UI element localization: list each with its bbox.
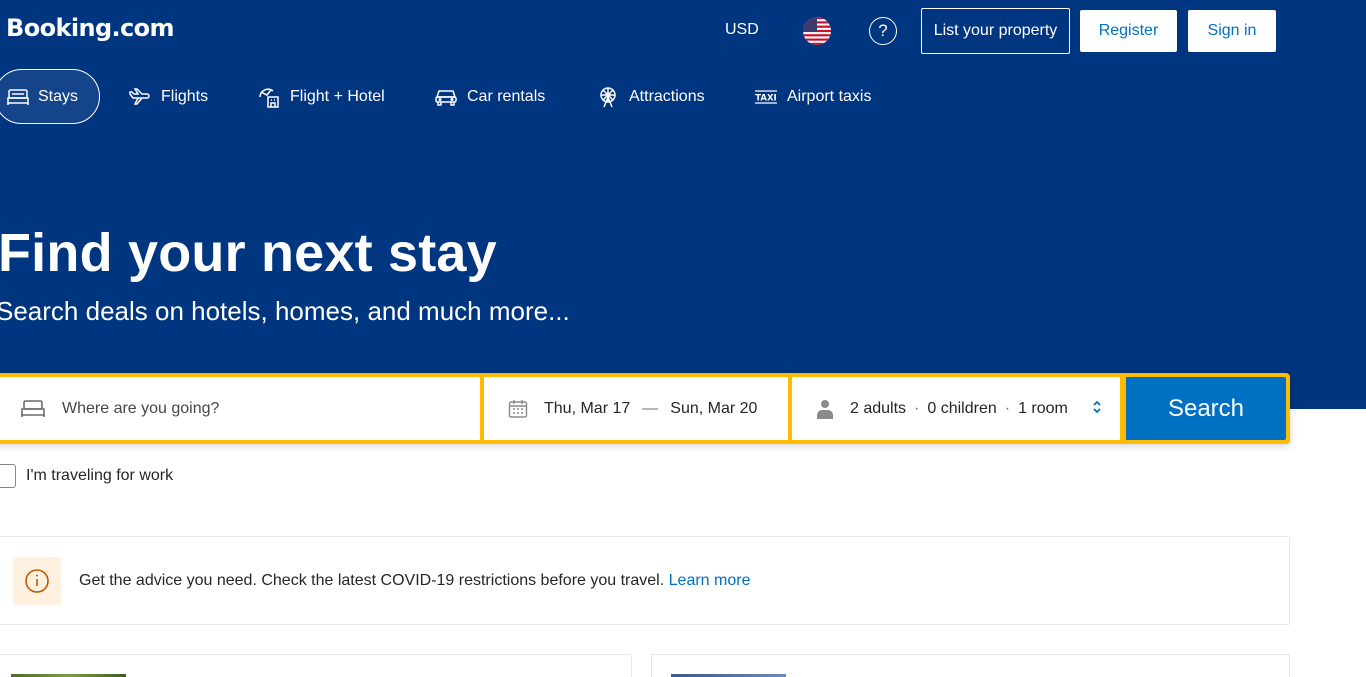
nav-attractions-label: Attractions — [629, 87, 705, 105]
sign-in-button[interactable]: Sign in — [1188, 10, 1276, 52]
nav-flight-hotel[interactable]: Flight + Hotel — [257, 69, 385, 124]
guests-separator: · — [1004, 399, 1011, 417]
learn-more-link[interactable]: Learn more — [669, 572, 751, 589]
nav-airport-taxis-label: Airport taxis — [787, 87, 872, 105]
list-property-button[interactable]: List your property — [921, 8, 1070, 54]
destination-placeholder: Where are you going? — [62, 399, 220, 417]
checkin-date[interactable]: Thu, Mar 17 — [544, 400, 630, 418]
bed-icon — [20, 399, 46, 419]
nav-car-rentals[interactable]: Car rentals — [434, 69, 545, 124]
car-icon — [434, 88, 458, 106]
notice-text: Get the advice you need. Check the lates… — [79, 572, 750, 590]
search-bar: Where are you going? Thu, Mar 17 — Sun, … — [0, 373, 1290, 444]
hero-subtitle: Search deals on hotels, homes, and much … — [0, 296, 570, 326]
notice-message: Get the advice you need. Check the lates… — [79, 572, 665, 589]
work-travel-option[interactable]: I'm traveling for work — [0, 464, 173, 488]
nav-flights[interactable]: Flights — [128, 69, 208, 124]
checkout-date[interactable]: Sun, Mar 20 — [670, 400, 757, 418]
plane-icon — [128, 87, 152, 106]
updown-chevron-icon — [1092, 399, 1102, 415]
guests-selector[interactable]: 2 adults · 0 children · 1 room — [792, 377, 1120, 440]
rooms-count: 1 room — [1018, 399, 1068, 417]
work-travel-checkbox[interactable] — [0, 464, 16, 488]
nav-airport-taxis[interactable]: TAXI Airport taxis — [754, 69, 871, 124]
promo-card[interactable] — [0, 654, 632, 677]
nav-flights-label: Flights — [161, 87, 209, 105]
adults-count: 2 adults — [850, 399, 907, 417]
booking-logo[interactable]: Booking.com — [6, 14, 175, 42]
us-flag-icon[interactable] — [803, 17, 831, 45]
calendar-icon — [508, 399, 528, 419]
nav-flight-hotel-label: Flight + Hotel — [290, 87, 385, 105]
info-icon — [13, 557, 61, 605]
hero-banner — [0, 0, 1366, 409]
date-picker[interactable]: Thu, Mar 17 — Sun, Mar 20 — [484, 377, 788, 440]
covid-notice: Get the advice you need. Check the lates… — [0, 536, 1290, 625]
register-button[interactable]: Register — [1080, 10, 1177, 52]
search-button[interactable]: Search — [1126, 377, 1286, 440]
guests-separator: · — [914, 399, 920, 417]
work-travel-label: I'm traveling for work — [26, 467, 174, 484]
promo-card[interactable] — [651, 654, 1290, 677]
nav-stays-label: Stays — [38, 87, 79, 105]
plane-hotel-icon — [257, 85, 281, 109]
help-icon[interactable]: ? — [869, 17, 897, 45]
nav-attractions[interactable]: Attractions — [596, 69, 705, 124]
currency-selector[interactable]: USD — [725, 21, 759, 39]
taxi-icon: TAXI — [754, 89, 778, 104]
children-count: 0 children — [927, 399, 997, 417]
svg-text:TAXI: TAXI — [755, 93, 776, 103]
destination-input[interactable]: Where are you going? — [0, 377, 480, 440]
nav-stays[interactable]: Stays — [0, 69, 100, 124]
bed-icon — [7, 88, 29, 106]
nav-car-rentals-label: Car rentals — [467, 87, 546, 105]
date-separator: — — [642, 399, 659, 417]
ferris-wheel-icon — [596, 85, 620, 109]
hero-title: Find your next stay — [0, 223, 497, 283]
person-icon — [816, 398, 834, 420]
